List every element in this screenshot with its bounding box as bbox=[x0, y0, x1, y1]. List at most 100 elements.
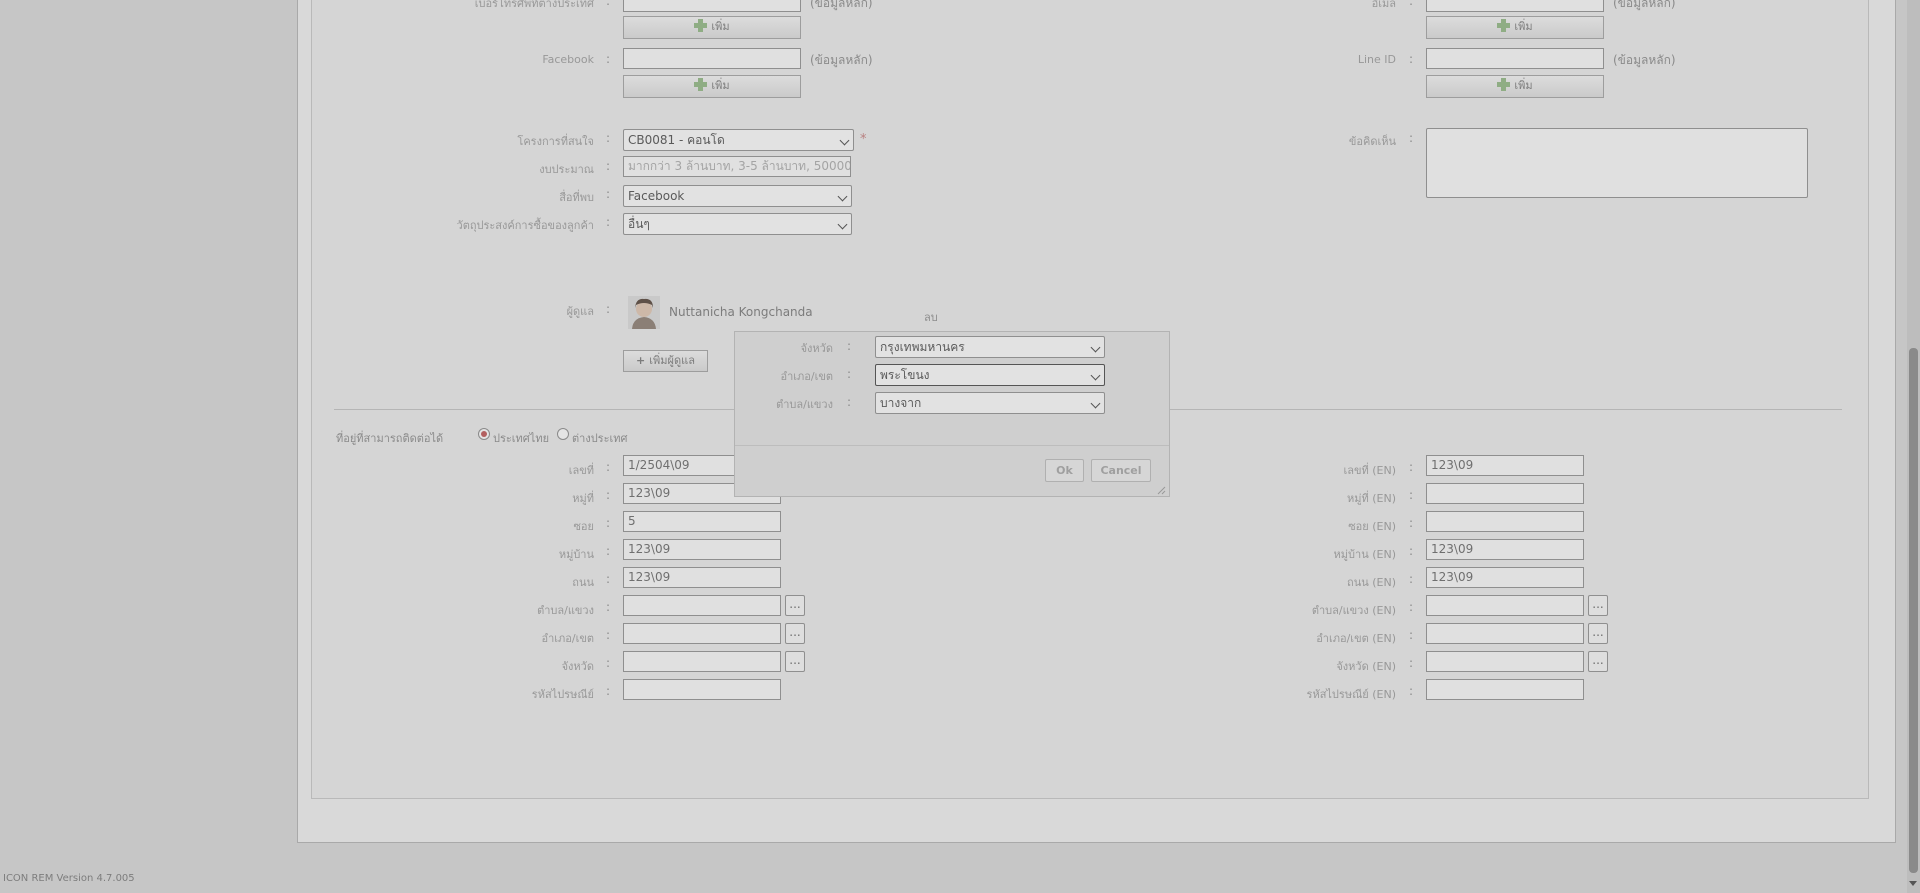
province-en-input[interactable] bbox=[1426, 651, 1584, 672]
plus-icon bbox=[1497, 19, 1511, 32]
no-en-input[interactable]: 123\09 bbox=[1426, 455, 1584, 476]
village-en-input[interactable]: 123\09 bbox=[1426, 539, 1584, 560]
subdistrict-en-picker-button[interactable]: ... bbox=[1588, 595, 1608, 616]
dialog-subdistrict-value: บางจาก bbox=[880, 396, 922, 410]
location-dialog: จังหวัด : กรุงเทพมหานคร อำเภอ/เขต : พระโ… bbox=[734, 331, 1170, 497]
add-phone-button[interactable]: เพิ่ม bbox=[623, 16, 801, 39]
primary-note: (ข้อมูลหลัก) bbox=[1613, 0, 1676, 10]
road-input[interactable]: 123\09 bbox=[623, 567, 781, 588]
province-input[interactable] bbox=[623, 651, 781, 672]
budget-input[interactable]: มากกว่า 3 ล้านบาท, 3-5 ล้านบาท, 5000000 bbox=[623, 156, 851, 177]
zip-en-label: รหัสไปรษณีย์ (EN) bbox=[1306, 688, 1396, 701]
colon: : bbox=[1409, 656, 1414, 670]
facebook-input[interactable] bbox=[623, 48, 801, 69]
radio-foreign[interactable] bbox=[557, 428, 569, 440]
project-value: CB0081 - คอนโด bbox=[628, 133, 725, 147]
dialog-divider bbox=[735, 445, 1169, 446]
colon: : bbox=[606, 460, 611, 474]
foreign-phone-input[interactable] bbox=[623, 0, 801, 12]
colon: : bbox=[1409, 600, 1414, 614]
district-en-picker-button[interactable]: ... bbox=[1588, 623, 1608, 644]
colon: : bbox=[606, 628, 611, 642]
comment-textarea[interactable] bbox=[1426, 128, 1808, 198]
colon: : bbox=[606, 488, 611, 502]
resize-handle-icon[interactable] bbox=[1156, 484, 1166, 495]
version-text: ICON REM Version 4.7.005 bbox=[3, 873, 135, 884]
chevron-down-icon bbox=[1090, 398, 1101, 409]
zip-label: รหัสไปรษณีย์ bbox=[531, 688, 594, 701]
plus-icon bbox=[694, 78, 708, 91]
plus-icon: + bbox=[636, 354, 646, 367]
no-en-label: เลขที่ (EN) bbox=[1343, 464, 1396, 477]
moo-en-label: หมู่ที่ (EN) bbox=[1346, 492, 1396, 505]
district-label: อำเภอ/เขต bbox=[541, 632, 594, 645]
media-label: สื่อที่พบ bbox=[559, 191, 594, 204]
purpose-value: อื่นๆ bbox=[628, 217, 650, 231]
subdistrict-en-input[interactable] bbox=[1426, 595, 1584, 616]
province-picker-button[interactable]: ... bbox=[785, 651, 805, 672]
road-en-input[interactable]: 123\09 bbox=[1426, 567, 1584, 588]
colon: : bbox=[847, 339, 852, 353]
colon: : bbox=[1409, 544, 1414, 558]
soi-en-label: ซอย (EN) bbox=[1348, 520, 1396, 533]
zip-en-input[interactable] bbox=[1426, 679, 1584, 700]
add-owner-label: เพิ่มผู้ดูแล bbox=[649, 354, 695, 367]
ok-button[interactable]: Ok bbox=[1045, 459, 1084, 482]
primary-note: (ข้อมูลหลัก) bbox=[810, 0, 873, 10]
chevron-down-icon bbox=[1090, 370, 1101, 381]
district-input[interactable] bbox=[623, 623, 781, 644]
plus-icon bbox=[694, 19, 708, 32]
plus-icon bbox=[1497, 78, 1511, 91]
colon: : bbox=[1409, 0, 1414, 8]
colon: : bbox=[606, 0, 611, 8]
delete-owner-link[interactable]: ลบ bbox=[924, 308, 938, 326]
colon: : bbox=[847, 367, 852, 381]
colon: : bbox=[1409, 628, 1414, 642]
district-en-label: อำเภอ/เขต (EN) bbox=[1316, 632, 1396, 645]
district-picker-button[interactable]: ... bbox=[785, 623, 805, 644]
dialog-province-select[interactable]: กรุงเทพมหานคร bbox=[875, 336, 1105, 358]
subdistrict-input[interactable] bbox=[623, 595, 781, 616]
dialog-subdistrict-select[interactable]: บางจาก bbox=[875, 392, 1105, 414]
add-label: เพิ่ม bbox=[1514, 79, 1533, 92]
colon: : bbox=[847, 395, 852, 409]
facebook-label: Facebook bbox=[542, 53, 594, 66]
scrollbar-thumb[interactable] bbox=[1909, 348, 1918, 873]
soi-label: ซอย bbox=[573, 520, 594, 533]
colon: : bbox=[606, 600, 611, 614]
dialog-district-label: อำเภอ/เขต bbox=[780, 370, 833, 383]
cancel-button[interactable]: Cancel bbox=[1091, 459, 1151, 482]
dialog-district-select[interactable]: พระโขนง bbox=[875, 364, 1105, 386]
scroll-down-icon[interactable] bbox=[1909, 881, 1917, 886]
email-label: อีเมล bbox=[1371, 0, 1396, 10]
soi-input[interactable]: 5 bbox=[623, 511, 781, 532]
primary-note: (ข้อมูลหลัก) bbox=[810, 53, 873, 67]
colon: : bbox=[1409, 131, 1414, 145]
add-facebook-button[interactable]: เพิ่ม bbox=[623, 75, 801, 98]
colon: : bbox=[606, 52, 611, 66]
no-label: เลขที่ bbox=[568, 464, 594, 477]
province-en-picker-button[interactable]: ... bbox=[1588, 651, 1608, 672]
subdistrict-picker-button[interactable]: ... bbox=[785, 595, 805, 616]
province-label: จังหวัด bbox=[561, 660, 594, 673]
soi-en-input[interactable] bbox=[1426, 511, 1584, 532]
village-input[interactable]: 123\09 bbox=[623, 539, 781, 560]
dialog-province-label: จังหวัด bbox=[800, 342, 833, 355]
comment-label: ข้อคิดเห็น bbox=[1348, 135, 1396, 148]
add-owner-button[interactable]: + เพิ่มผู้ดูแล bbox=[623, 350, 708, 372]
zip-input[interactable] bbox=[623, 679, 781, 700]
primary-note: (ข้อมูลหลัก) bbox=[1613, 53, 1676, 67]
lineid-input[interactable] bbox=[1426, 48, 1604, 69]
add-lineid-button[interactable]: เพิ่ม bbox=[1426, 75, 1604, 98]
email-input[interactable] bbox=[1426, 0, 1604, 12]
add-email-button[interactable]: เพิ่ม bbox=[1426, 16, 1604, 39]
project-select[interactable]: CB0081 - คอนโด bbox=[623, 129, 854, 151]
colon: : bbox=[606, 187, 611, 201]
radio-thai[interactable] bbox=[478, 428, 490, 440]
avatar bbox=[628, 296, 660, 329]
moo-en-input[interactable] bbox=[1426, 483, 1584, 504]
purpose-select[interactable]: อื่นๆ bbox=[623, 213, 852, 235]
district-en-input[interactable] bbox=[1426, 623, 1584, 644]
media-select[interactable]: Facebook bbox=[623, 185, 852, 207]
radio-foreign-label: ต่างประเทศ bbox=[572, 432, 628, 445]
